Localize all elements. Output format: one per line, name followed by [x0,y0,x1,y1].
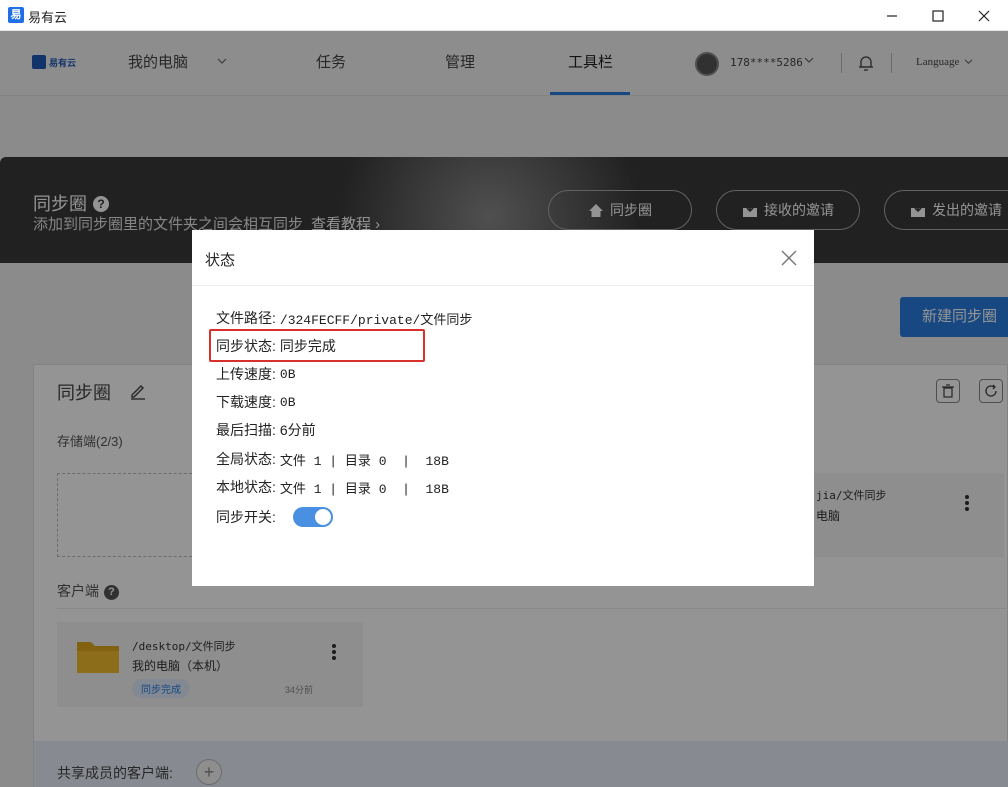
highlight-box [209,329,425,362]
window-title: 易有云 [28,10,68,25]
status-row-upload-speed: 上传速度: 0B [216,364,296,384]
dialog-title: 状态 [205,252,236,269]
row-value: 0B [279,366,296,382]
sync-toggle[interactable] [292,507,333,527]
status-row-global-state: 全局状态: 文件 1 | 目录 0 | 18B [216,449,449,469]
status-row-download-speed: 下载速度: 0B [216,392,296,412]
row-label: 最后扫描: [216,422,276,438]
row-label: 同步开关: [216,509,276,525]
row-label: 下载速度: [216,394,276,410]
dialog-header: 状态 [192,230,814,286]
status-row-local-state: 本地状态: 文件 1 | 目录 0 | 18B [216,477,449,497]
row-value: 文件 1 | 目录 0 | 18B [279,453,449,469]
row-value: /324FECFF/private/文件同步 [279,312,473,328]
status-row-sync-switch: 同步开关: [216,507,333,527]
close-icon [978,10,990,21]
row-value: 0B [279,394,296,410]
row-label: 全局状态: [216,451,276,467]
close-icon [781,250,797,266]
status-dialog: 状态 文件路径: /324FECFF/private/文件同步 同步状态: 同步… [192,230,814,586]
minimize-icon [887,14,897,17]
minimize-button[interactable] [869,0,915,31]
row-label: 上传速度: [216,366,276,382]
close-window-button[interactable] [961,0,1007,31]
status-row-last-scan: 最后扫描: 6分前 [216,420,316,440]
row-label: 本地状态: [216,479,276,495]
row-value: 6分前 [279,422,316,438]
maximize-button[interactable] [915,0,961,31]
maximize-icon [932,9,944,22]
toggle-knob [314,509,331,525]
app-icon: 易 [8,7,24,23]
status-row-path: 文件路径: /324FECFF/private/文件同步 [216,308,472,328]
dialog-close-button[interactable] [778,247,800,269]
row-value: 文件 1 | 目录 0 | 18B [279,481,449,497]
window-titlebar: 易 易有云 [0,0,1008,31]
row-label: 文件路径: [216,310,276,326]
